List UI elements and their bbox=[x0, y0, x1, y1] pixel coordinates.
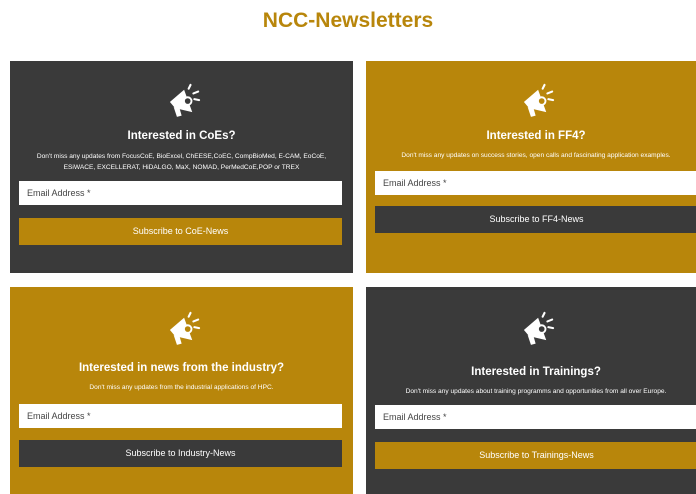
card-description: Don't miss any updates about training pr… bbox=[405, 388, 667, 395]
card-heading: Interested in news from the industry? bbox=[78, 362, 285, 374]
megaphone-icon bbox=[523, 311, 555, 345]
megaphone-icon bbox=[169, 83, 200, 117]
newsletter-card-ff4: Interested in FF4? Don't miss any update… bbox=[366, 61, 696, 273]
email-field[interactable]: Email Address * bbox=[19, 403, 342, 428]
page-title: NCC-Newsletters bbox=[262, 9, 434, 32]
email-field[interactable]: Email Address * bbox=[375, 170, 696, 195]
card-description: Don't miss any updates on success storie… bbox=[401, 152, 671, 159]
megaphone-icon bbox=[523, 83, 555, 117]
card-heading: Interested in FF4? bbox=[486, 130, 586, 142]
email-field[interactable]: Email Address * bbox=[19, 181, 342, 205]
subscribe-trainings-news-button[interactable]: Subscribe to Trainings-News bbox=[375, 441, 696, 469]
email-field[interactable]: Email Address * bbox=[375, 404, 696, 429]
subscribe-coe-news-button[interactable]: Subscribe to CoE-News bbox=[19, 218, 342, 245]
subscribe-ff4-news-button[interactable]: Subscribe to FF4-News bbox=[375, 205, 696, 233]
newsletter-card-coes: Interested in CoEs? Don't miss any updat… bbox=[10, 61, 353, 273]
card-description: Don't miss any updates from FocusCoE, Bi… bbox=[36, 153, 327, 171]
subscribe-industry-news-button[interactable]: Subscribe to Industry-News bbox=[19, 439, 342, 467]
megaphone-icon bbox=[169, 311, 200, 345]
newsletter-card-trainings: Interested in Trainings? Don't miss any … bbox=[366, 287, 696, 494]
card-heading: Interested in Trainings? bbox=[471, 366, 601, 378]
card-description: Don't miss any updates from the industri… bbox=[89, 384, 274, 391]
newsletter-card-industry: Interested in news from the industry? Do… bbox=[10, 287, 353, 494]
card-heading: Interested in CoEs? bbox=[127, 130, 236, 142]
